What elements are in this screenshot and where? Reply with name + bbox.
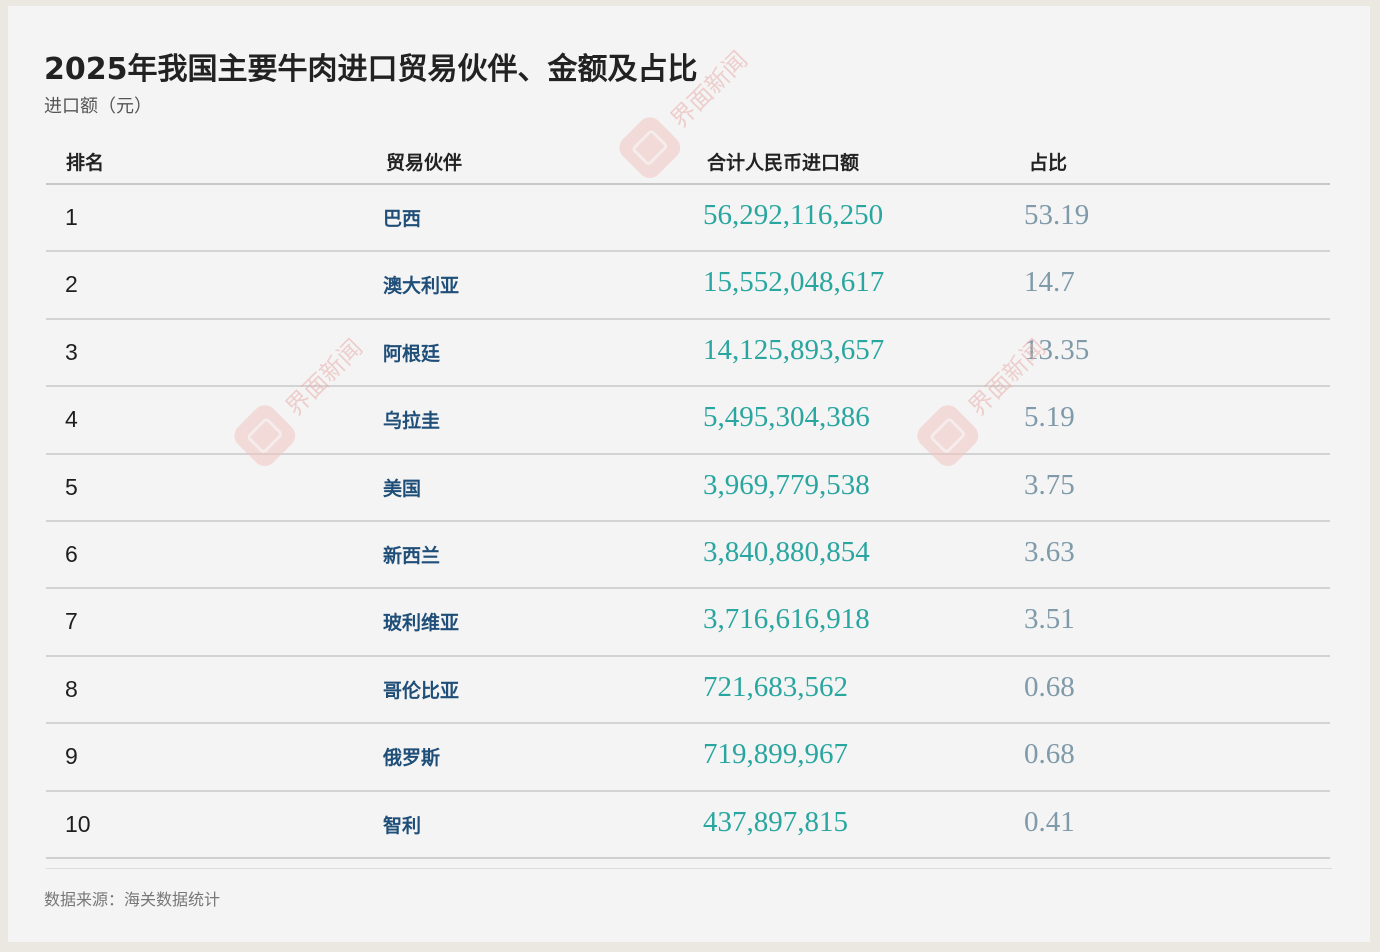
header-rank: 排名 [66,152,105,174]
partner-cell: 哥伦比亚 [383,679,460,702]
table-row: 5 美国 3,969,779,538 3.75 [46,455,1330,522]
header-amount: 合计人民币进口额 [707,152,860,174]
amount-cell: 3,840,880,854 [703,535,870,568]
partner-cell: 澳大利亚 [383,275,460,298]
table-row: 8 哥伦比亚 721,683,562 0.68 [46,657,1330,725]
rank-cell: 9 [65,743,78,770]
partner-cell: 乌拉圭 [383,410,441,433]
partner-cell: 智利 [383,814,422,837]
table-body: 1 巴西 56,292,116,250 53.19 2 澳大利亚 15,552,048,61… [46,185,1330,859]
share-cell: 3.63 [1024,535,1075,568]
table-row: 9 俄罗斯 719,899,967 0.68 [46,724,1330,792]
share-cell: 53.19 [1024,199,1090,231]
amount-cell: 14,125,893,657 [703,333,885,366]
table-row: 4 乌拉圭 5,495,304,386 5.19 [46,387,1330,455]
table-row: 2 澳大利亚 15,552,048,617 14.7 [46,252,1330,320]
table-row: 1 巴西 56,292,116,250 53.19 [46,185,1330,253]
amount-cell: 3,969,779,538 [703,468,870,501]
share-cell: 3.51 [1024,603,1075,636]
rank-cell: 4 [65,406,78,433]
chart-card: 2025年我国主要牛肉进口贸易伙伴、金额及占比 进口额（元） 排名 贸易伙伴 合… [8,6,1370,942]
partner-cell: 阿根廷 [383,342,441,365]
share-cell: 0.68 [1024,670,1075,703]
rank-cell: 1 [65,204,78,230]
amount-cell: 15,552,048,617 [703,266,885,299]
share-cell: 5.19 [1024,401,1075,434]
amount-cell: 437,897,815 [703,805,848,838]
share-cell: 0.41 [1024,805,1075,838]
header-partner: 贸易伙伴 [386,152,463,174]
partner-cell: 新西兰 [383,544,441,567]
partner-cell: 俄罗斯 [383,747,441,770]
partner-cell: 美国 [383,477,422,500]
partner-cell: 玻利维亚 [383,612,460,635]
data-table: 排名 贸易伙伴 合计人民币进口额 占比 1 巴西 56,292,116,250 53.… [46,136,1330,859]
amount-cell: 56,292,116,250 [703,199,884,231]
rank-cell: 2 [65,271,78,298]
header-share: 占比 [1029,152,1068,174]
table-row: 3 阿根廷 14,125,893,657 13.35 [46,320,1330,388]
rank-cell: 10 [65,810,91,837]
table-row: 6 新西兰 3,840,880,854 3.63 [46,522,1330,590]
chart-title: 2025年我国主要牛肉进口贸易伙伴、金额及占比 [44,52,698,87]
table-row: 7 玻利维亚 3,716,616,918 3.51 [46,589,1330,657]
chart-subtitle: 进口额（元） [44,96,152,117]
share-cell: 0.68 [1024,738,1075,771]
rank-cell: 3 [65,338,78,365]
partner-cell: 巴西 [383,208,422,230]
amount-cell: 721,683,562 [703,670,848,703]
share-cell: 14.7 [1024,266,1075,299]
table-row: 10 智利 437,897,815 0.41 [46,792,1330,859]
rank-cell: 6 [65,540,78,567]
rank-cell: 5 [65,473,78,500]
amount-cell: 3,716,616,918 [703,603,870,636]
share-cell: 3.75 [1024,468,1075,501]
footer-divider [46,868,1332,869]
amount-cell: 5,495,304,386 [703,401,870,434]
amount-cell: 719,899,967 [703,738,848,771]
rank-cell: 8 [65,675,78,702]
source-note: 数据来源：海关数据统计 [44,890,221,909]
table-header: 排名 贸易伙伴 合计人民币进口额 占比 [46,136,1330,185]
share-cell: 13.35 [1024,333,1090,366]
rank-cell: 7 [65,608,78,635]
